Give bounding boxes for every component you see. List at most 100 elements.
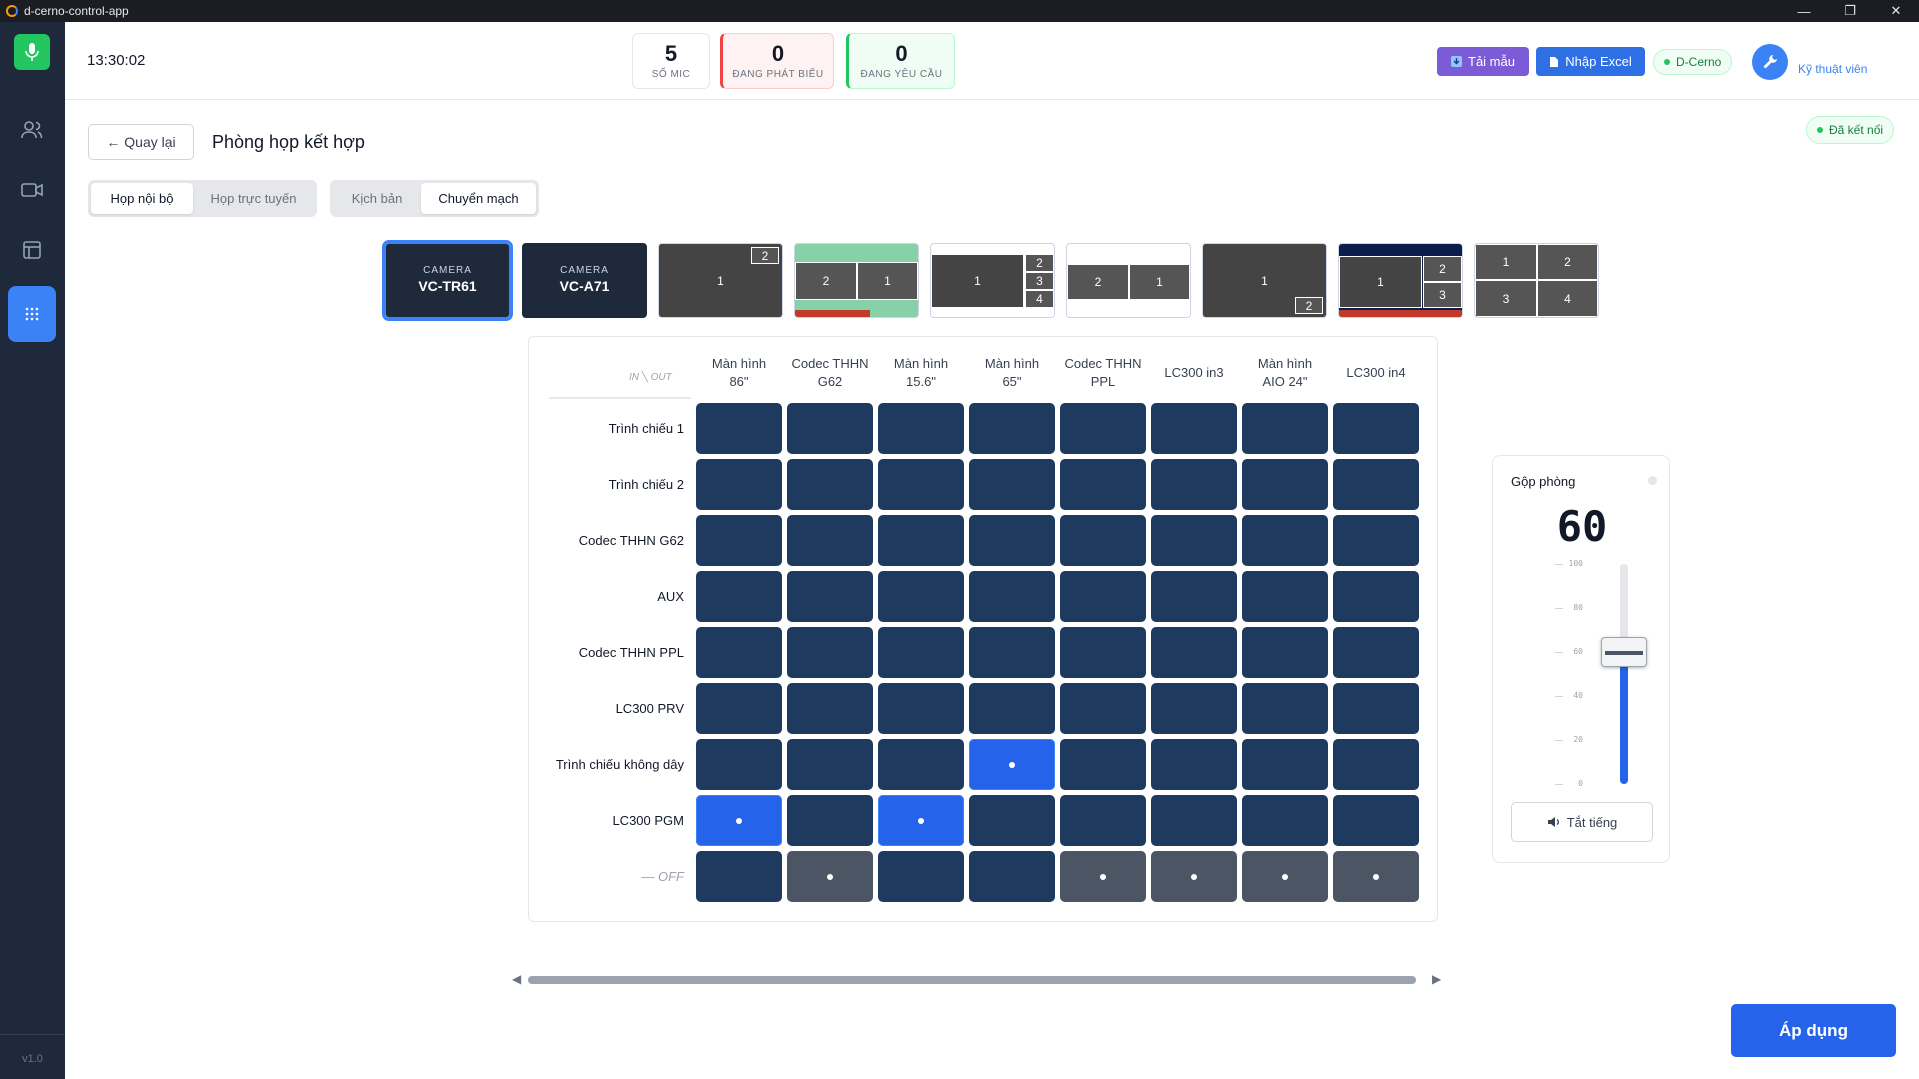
matrix-cell[interactable]: [787, 459, 873, 510]
matrix-cell[interactable]: [1151, 515, 1237, 566]
matrix-cell[interactable]: [1333, 795, 1419, 846]
matrix-cell[interactable]: [787, 627, 873, 678]
layout-tile-quad[interactable]: 1 2 3 4: [1474, 243, 1599, 318]
tab-online-meeting[interactable]: Họp trực tuyến: [193, 183, 314, 214]
layout-tile-pip-top-right[interactable]: 1 2: [658, 243, 783, 318]
matrix-cell[interactable]: [787, 403, 873, 454]
matrix-cell[interactable]: [878, 459, 964, 510]
matrix-cell[interactable]: [696, 571, 782, 622]
tab-scenario[interactable]: Kịch bản: [333, 183, 421, 214]
matrix-cell[interactable]: [1333, 571, 1419, 622]
matrix-cell[interactable]: [1151, 795, 1237, 846]
matrix-cell[interactable]: [878, 515, 964, 566]
matrix-cell[interactable]: [969, 459, 1055, 510]
maximize-button[interactable]: ❐: [1827, 0, 1873, 22]
matrix-cell[interactable]: [1333, 683, 1419, 734]
matrix-cell[interactable]: [969, 403, 1055, 454]
matrix-cell[interactable]: [969, 795, 1055, 846]
matrix-cell[interactable]: [1242, 627, 1328, 678]
matrix-cell[interactable]: [1333, 459, 1419, 510]
matrix-cell[interactable]: [1333, 627, 1419, 678]
camera-tile-vc-tr61[interactable]: CAMERA VC-TR61: [382, 240, 513, 321]
matrix-cell[interactable]: [1151, 683, 1237, 734]
apply-button[interactable]: Áp dụng: [1731, 1004, 1896, 1057]
matrix-cell[interactable]: [1242, 739, 1328, 790]
matrix-cell[interactable]: [969, 627, 1055, 678]
matrix-cell[interactable]: [1242, 683, 1328, 734]
matrix-cell[interactable]: [696, 851, 782, 902]
layout-tile-1-plus-3[interactable]: 1 2 3 4: [930, 243, 1055, 318]
matrix-cell[interactable]: [1151, 403, 1237, 454]
matrix-cell[interactable]: [787, 683, 873, 734]
matrix-cell[interactable]: [696, 683, 782, 734]
layout-tile-pip-bottom-right[interactable]: 1 2: [1202, 243, 1327, 318]
matrix-cell[interactable]: [696, 627, 782, 678]
matrix-cell[interactable]: [878, 851, 964, 902]
matrix-cell[interactable]: [1060, 571, 1146, 622]
matrix-cell[interactable]: [787, 571, 873, 622]
matrix-cell[interactable]: [1151, 627, 1237, 678]
sidebar-item-mic[interactable]: [14, 34, 50, 70]
matrix-cell[interactable]: [1151, 571, 1237, 622]
matrix-cell[interactable]: [696, 403, 782, 454]
matrix-cell[interactable]: [969, 683, 1055, 734]
matrix-cell[interactable]: [1060, 515, 1146, 566]
user-role[interactable]: Kỹ thuật viên: [1798, 62, 1867, 76]
matrix-cell[interactable]: [1060, 851, 1146, 902]
matrix-cell[interactable]: [787, 851, 873, 902]
matrix-cell[interactable]: [1242, 795, 1328, 846]
sidebar-item-layout[interactable]: [8, 226, 56, 274]
layout-tile-side-by-side[interactable]: 2 1: [794, 243, 919, 318]
matrix-cell[interactable]: [1333, 851, 1419, 902]
sidebar-item-users[interactable]: [8, 106, 56, 154]
matrix-cell[interactable]: [1060, 403, 1146, 454]
layout-tile-two-panes[interactable]: 2 1: [1066, 243, 1191, 318]
user-avatar[interactable]: [1752, 44, 1788, 80]
download-template-button[interactable]: Tải mẫu: [1437, 47, 1529, 76]
matrix-cell[interactable]: [787, 739, 873, 790]
matrix-cell[interactable]: [969, 739, 1055, 790]
camera-tile-vc-a71[interactable]: CAMERA VC-A71: [522, 243, 647, 318]
matrix-cell[interactable]: [787, 795, 873, 846]
matrix-cell[interactable]: [969, 571, 1055, 622]
matrix-cell[interactable]: [1060, 459, 1146, 510]
matrix-cell[interactable]: [1242, 571, 1328, 622]
import-excel-button[interactable]: Nhập Excel: [1536, 47, 1645, 76]
matrix-cell[interactable]: [696, 795, 782, 846]
matrix-cell[interactable]: [1333, 403, 1419, 454]
matrix-cell[interactable]: [969, 515, 1055, 566]
matrix-cell[interactable]: [878, 683, 964, 734]
scroll-left-icon[interactable]: ◀: [512, 972, 521, 986]
matrix-cell[interactable]: [969, 851, 1055, 902]
matrix-cell[interactable]: [1242, 403, 1328, 454]
matrix-cell[interactable]: [1060, 739, 1146, 790]
matrix-cell[interactable]: [1151, 851, 1237, 902]
matrix-cell[interactable]: [1060, 683, 1146, 734]
volume-slider-thumb[interactable]: [1601, 637, 1647, 667]
horizontal-scrollbar[interactable]: [528, 976, 1416, 984]
mute-button[interactable]: Tắt tiếng: [1511, 802, 1653, 842]
tab-internal-meeting[interactable]: Họp nội bộ: [91, 183, 193, 214]
matrix-cell[interactable]: [878, 739, 964, 790]
matrix-cell[interactable]: [1242, 459, 1328, 510]
volume-slider-track[interactable]: [1620, 564, 1628, 784]
matrix-cell[interactable]: [878, 627, 964, 678]
back-button[interactable]: ← Quay lại: [88, 124, 194, 160]
matrix-cell[interactable]: [696, 459, 782, 510]
matrix-cell[interactable]: [1333, 739, 1419, 790]
sidebar-item-video[interactable]: [8, 166, 56, 214]
matrix-cell[interactable]: [1242, 851, 1328, 902]
matrix-cell[interactable]: [696, 515, 782, 566]
matrix-cell[interactable]: [1242, 515, 1328, 566]
matrix-cell[interactable]: [878, 403, 964, 454]
matrix-cell[interactable]: [878, 571, 964, 622]
matrix-cell[interactable]: [1151, 459, 1237, 510]
matrix-cell[interactable]: [1333, 515, 1419, 566]
matrix-cell[interactable]: [787, 515, 873, 566]
matrix-cell[interactable]: [1060, 795, 1146, 846]
matrix-cell[interactable]: [696, 739, 782, 790]
matrix-cell[interactable]: [1151, 739, 1237, 790]
minimize-button[interactable]: —: [1781, 0, 1827, 22]
layout-tile-1-plus-2[interactable]: 1 2 3: [1338, 243, 1463, 318]
matrix-cell[interactable]: [878, 795, 964, 846]
